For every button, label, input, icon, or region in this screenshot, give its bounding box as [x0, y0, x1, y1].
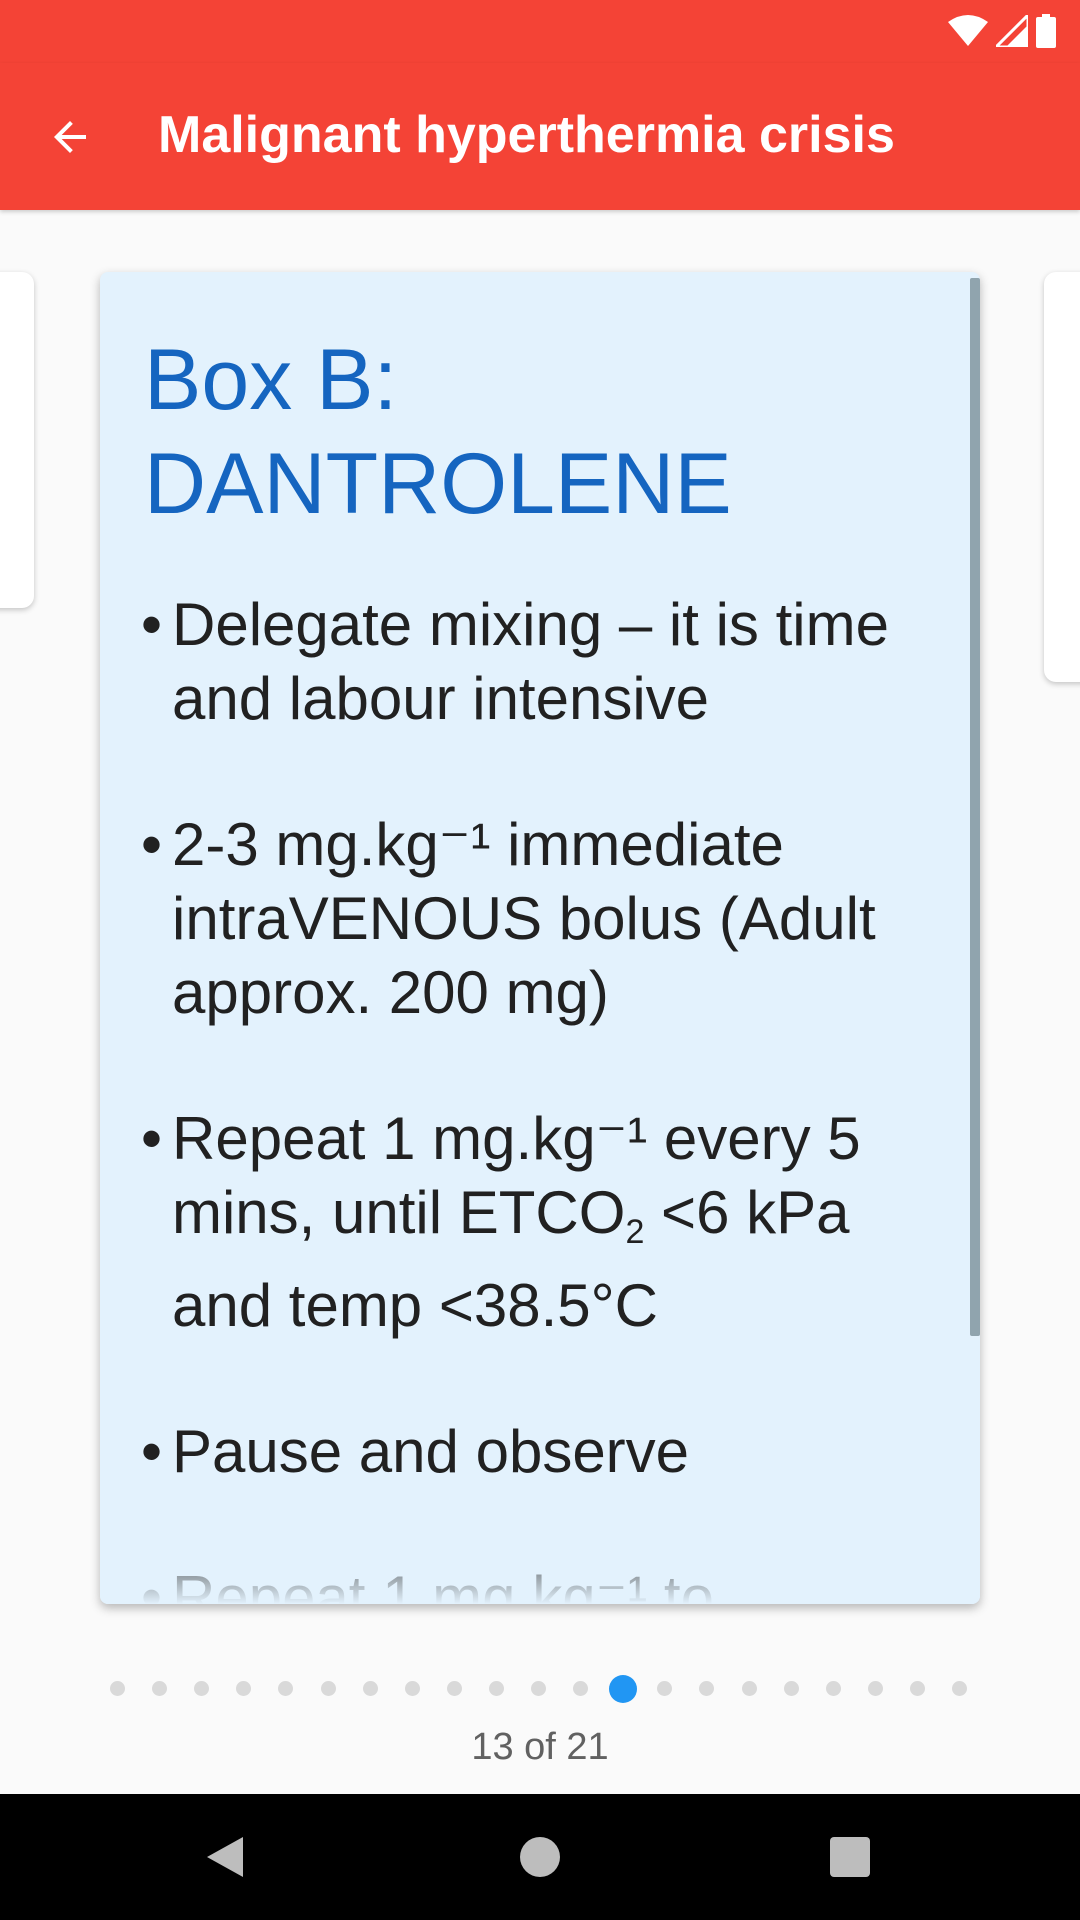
- bullet-dot: •: [141, 1105, 163, 1172]
- card-heading: Box B: DANTROLENE: [144, 328, 732, 536]
- scrollbar[interactable]: [970, 278, 980, 1336]
- page-dots: [110, 1675, 970, 1703]
- page-dot[interactable]: [194, 1681, 210, 1696]
- bullet-dot: •: [141, 1418, 163, 1485]
- bullet-dot: •: [141, 1564, 163, 1604]
- nav-home-button[interactable]: [505, 1822, 575, 1892]
- page-dot[interactable]: [909, 1681, 925, 1696]
- page-dot[interactable]: [488, 1681, 504, 1696]
- card-scroll-area[interactable]: Box B: DANTROLENE • Delegate mixing – it…: [100, 272, 980, 1604]
- page-dot[interactable]: [110, 1681, 125, 1696]
- page-dot[interactable]: [404, 1681, 420, 1696]
- status-bar: [0, 0, 1080, 63]
- page-dot[interactable]: [573, 1681, 589, 1696]
- wifi-icon: [948, 14, 988, 53]
- next-card-peek[interactable]: [1044, 272, 1080, 682]
- app-toolbar: Malignant hyperthermia crisis: [0, 63, 1080, 210]
- page-dot[interactable]: [825, 1681, 841, 1696]
- page-dot[interactable]: [362, 1681, 378, 1696]
- list-item-text: Delegate mixing – it is time and labour …: [172, 591, 889, 732]
- list-item: • Repeat 1 mg.kg⁻¹ to: [100, 1561, 980, 1604]
- navigation-bar: [0, 1794, 1080, 1920]
- card-heading-line-2: DANTROLENE: [144, 436, 732, 532]
- list-item-text: 2-3 mg.kg⁻¹ immediate intraVENOUS bolus …: [172, 811, 876, 1026]
- subscript-text: 2: [625, 1213, 645, 1251]
- list-item-text: Repeat 1 mg.kg⁻¹ every 5 mins, until ETC…: [172, 1105, 861, 1339]
- page-indicator: 13 of 21: [471, 1726, 609, 1768]
- card-heading-line-1: Box B:: [144, 332, 398, 428]
- bullet-dot: •: [141, 811, 163, 878]
- bullet-list: • Delegate mixing – it is time and labou…: [100, 588, 980, 1604]
- battery-icon: [1036, 14, 1056, 53]
- status-icons: [948, 11, 1056, 53]
- page-dot[interactable]: [867, 1681, 883, 1696]
- page-dot[interactable]: [741, 1681, 757, 1696]
- page-dot-active[interactable]: [609, 1675, 638, 1703]
- list-item-text: Repeat 1 mg.kg⁻¹ to: [172, 1564, 714, 1604]
- page-dot[interactable]: [783, 1681, 799, 1696]
- cell-signal-icon: [992, 11, 1030, 52]
- page-dot[interactable]: [446, 1681, 462, 1696]
- home-circle-icon: [520, 1837, 560, 1877]
- nav-recents-button[interactable]: [815, 1822, 885, 1892]
- page-dot[interactable]: [152, 1681, 168, 1696]
- page-dot[interactable]: [236, 1681, 252, 1696]
- nav-back-button[interactable]: [190, 1822, 260, 1892]
- arrow-back-icon: [54, 121, 86, 153]
- page-dot[interactable]: [699, 1681, 715, 1696]
- page-dot[interactable]: [320, 1681, 336, 1696]
- back-button[interactable]: [32, 99, 108, 175]
- page-dot[interactable]: [657, 1681, 673, 1696]
- page-dot[interactable]: [278, 1681, 294, 1696]
- list-item: • Pause and observe: [100, 1415, 980, 1489]
- page-dot[interactable]: [952, 1681, 967, 1696]
- back-triangle-icon: [207, 1837, 243, 1877]
- page-title: Malignant hyperthermia crisis: [158, 106, 895, 164]
- list-item-text: Pause and observe: [172, 1418, 690, 1485]
- page-dot[interactable]: [531, 1681, 546, 1696]
- bullet-dot: •: [141, 591, 163, 658]
- list-item: • Repeat 1 mg.kg⁻¹ every 5 mins, until E…: [100, 1102, 980, 1343]
- list-item: • Delegate mixing – it is time and labou…: [100, 588, 980, 736]
- list-item: • 2-3 mg.kg⁻¹ immediate intraVENOUS bolu…: [100, 808, 980, 1030]
- content-card[interactable]: Box B: DANTROLENE • Delegate mixing – it…: [100, 272, 980, 1604]
- recents-square-icon: [830, 1837, 870, 1877]
- previous-card-peek[interactable]: [0, 272, 34, 608]
